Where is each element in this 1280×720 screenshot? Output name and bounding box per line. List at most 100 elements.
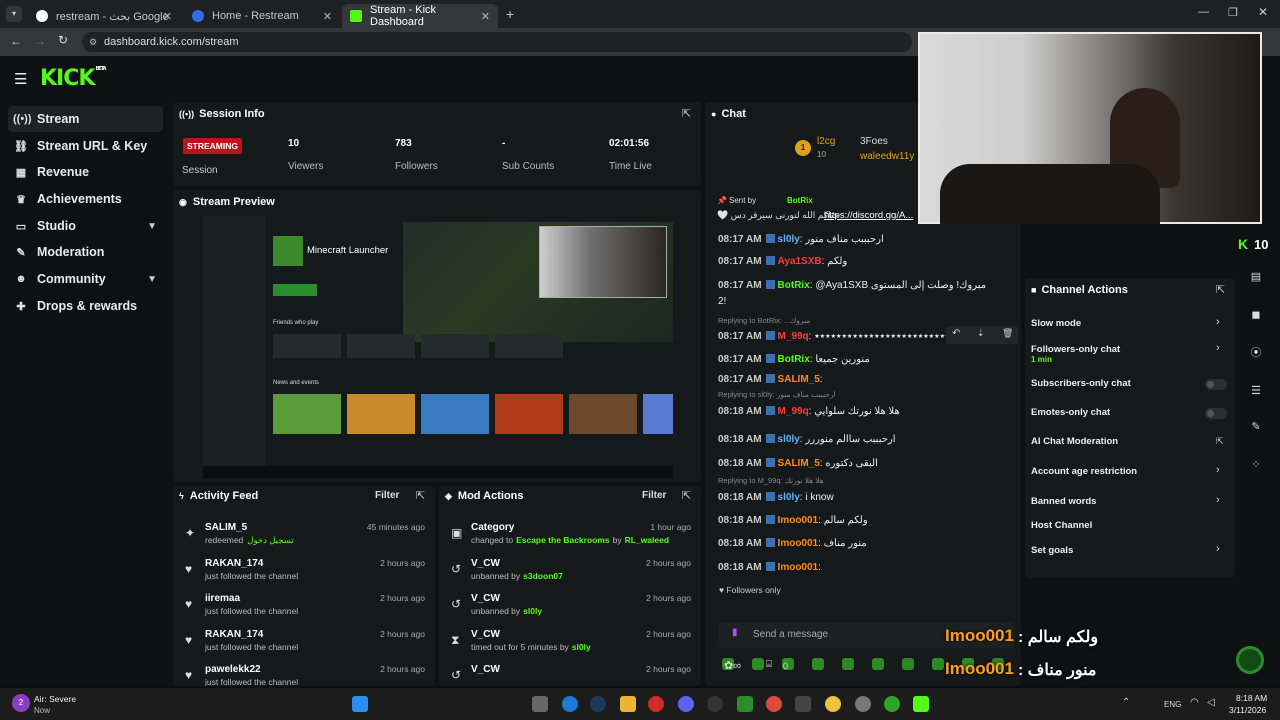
app-icon[interactable] <box>795 696 811 712</box>
emote-icon[interactable] <box>872 658 884 670</box>
channel-action-set-goals[interactable]: Set goals <box>1031 545 1073 556</box>
pinned-sender[interactable]: BotRix <box>787 196 813 205</box>
emote-icon[interactable] <box>842 658 854 670</box>
channel-action-banned-words[interactable]: Banned words <box>1031 496 1096 507</box>
filter-button[interactable]: Filter <box>375 490 399 501</box>
pinned-link[interactable]: https://discord.gg/A... <box>824 210 913 221</box>
chevron-right-icon[interactable]: › <box>1216 342 1220 354</box>
popout-icon[interactable]: ⇱ <box>416 489 425 502</box>
task-view-icon[interactable] <box>532 696 548 712</box>
edge-icon[interactable] <box>562 696 578 712</box>
minecraft-icon[interactable] <box>913 696 929 712</box>
start-icon[interactable] <box>352 696 368 712</box>
clock-date[interactable]: 3/11/2026 <box>1229 705 1266 715</box>
channel-action-subscribers-only-chat[interactable]: Subscribers-only chat <box>1031 378 1131 389</box>
tab-search-dropdown[interactable]: ▾ <box>6 6 22 22</box>
back-icon[interactable]: ← <box>10 34 22 48</box>
sidebar-item-moderation[interactable]: ✎ Moderation <box>8 239 163 265</box>
chrome-icon[interactable] <box>766 696 782 712</box>
settings-icon[interactable] <box>855 696 871 712</box>
chevron-right-icon[interactable]: › <box>1216 494 1220 506</box>
emote-icon[interactable] <box>752 658 764 670</box>
emote-icon[interactable] <box>812 658 824 670</box>
kick-app-icon[interactable] <box>737 696 753 712</box>
tray-chevron-icon[interactable]: ⌃ <box>1122 697 1130 708</box>
wrench-icon[interactable]: ✎ <box>1245 416 1267 438</box>
activity-user[interactable]: SALIM_5 <box>205 522 247 533</box>
moderator-name[interactable]: s3doon07 <box>523 571 563 581</box>
clock-time[interactable]: 8:18 AM <box>1236 693 1267 703</box>
steam-icon[interactable] <box>590 696 606 712</box>
sidebar-item-achievements[interactable]: ♛ Achievements <box>8 186 163 212</box>
activity-item[interactable]: ♥ iiremaa just followed the channel 2 hours… <box>173 591 435 625</box>
chrome-alt-icon[interactable] <box>825 696 841 712</box>
minimize-icon[interactable]: — <box>1198 6 1209 18</box>
mod-action-item[interactable]: ↺ V_CW unbanned by s3doon07 2 hours ago <box>439 556 701 590</box>
close-icon[interactable]: ✕ <box>163 10 172 23</box>
chevron-right-icon[interactable]: › <box>1216 316 1220 328</box>
mod-action-subject[interactable]: V_CW <box>471 558 500 569</box>
pin-icon[interactable]: ⇣ <box>977 328 985 339</box>
volume-icon[interactable]: ◁ <box>1207 697 1215 708</box>
mod-action-item[interactable]: ↺ V_CW 2 hours ago <box>439 662 701 686</box>
reload-icon[interactable]: ↻ <box>58 33 68 47</box>
sidebar-item-drops-rewards[interactable]: ✚ Drops & rewards <box>8 293 163 319</box>
layout-icon[interactable]: ☰ <box>1245 380 1267 402</box>
sidebar-item-stream-url-key[interactable]: ⛓ Stream URL & Key <box>8 133 163 159</box>
apps-icon[interactable]: ⁘ <box>1245 454 1267 476</box>
external-link-icon[interactable]: ⇱ <box>1216 436 1224 447</box>
activity-item[interactable]: ✦ SALIM_5 redeemed تسجيل دخول 45 minutes ago <box>173 520 435 554</box>
tab-restream[interactable]: Home - Restream ✕ <box>184 4 340 28</box>
weather-title[interactable]: Air: Severe <box>34 694 76 704</box>
close-window-icon[interactable]: ✕ <box>1258 5 1268 19</box>
moderator-name[interactable]: sl0ly <box>572 642 591 652</box>
moderator-name[interactable]: RL_waleed <box>625 535 669 545</box>
channel-action-ai-chat-moderation[interactable]: AI Chat Moderation <box>1031 436 1118 447</box>
mod-action-subject[interactable]: Category <box>471 522 514 533</box>
close-icon[interactable]: ✕ <box>481 10 490 23</box>
emote-icon[interactable] <box>902 658 914 670</box>
pinterest-icon[interactable] <box>648 696 664 712</box>
activity-user[interactable]: RAKAN_174 <box>205 629 263 640</box>
top-user-name[interactable]: 3Foes <box>860 136 888 147</box>
book-icon[interactable]: ▤ <box>1245 266 1267 288</box>
broadcast-icon[interactable]: ⦿ <box>1245 342 1267 364</box>
sidebar-item-revenue[interactable]: ▦ Revenue <box>8 159 163 185</box>
url-field[interactable]: ⚙ dashboard.kick.com/stream <box>82 32 912 52</box>
toggle-switch[interactable] <box>1205 408 1227 419</box>
chevron-right-icon[interactable]: › <box>1216 543 1220 555</box>
activity-item[interactable]: ♥ pawelekk22 just followed the channel 2 ho… <box>173 662 435 686</box>
new-tab-icon[interactable]: + <box>506 6 514 22</box>
channel-action-emotes-only-chat[interactable]: Emotes-only chat <box>1031 407 1110 418</box>
chevron-right-icon[interactable]: › <box>1216 464 1220 476</box>
activity-item[interactable]: ♥ RAKAN_174 just followed the channel 2 hou… <box>173 627 435 661</box>
gift-icon[interactable]: ⌸ <box>766 659 772 670</box>
filter-button[interactable]: Filter <box>642 490 666 501</box>
mod-action-item[interactable]: ↺ V_CW unbanned by sl0ly 2 hours ago <box>439 591 701 625</box>
mic-icon[interactable]: ▮ <box>732 627 738 638</box>
toggle-switch[interactable] <box>1205 379 1227 390</box>
restore-icon[interactable]: ❐ <box>1228 6 1238 19</box>
sidebar-item-studio[interactable]: ▭ Studio ▼ <box>8 213 163 239</box>
mod-action-item[interactable]: ⧗ V_CW timed out for 5 minutes by sl0ly 2 ho… <box>439 627 701 661</box>
tab-google[interactable]: restream - بحث Google ✕ <box>28 4 180 28</box>
channel-action-host-channel[interactable]: Host Channel <box>1031 520 1092 531</box>
moderator-name[interactable]: sl0ly <box>523 606 542 616</box>
activity-user[interactable]: iiremaa <box>205 593 240 604</box>
mod-action-subject[interactable]: V_CW <box>471 629 500 640</box>
top-user-name[interactable]: l2cg <box>817 136 835 147</box>
sidebar-item-community[interactable]: ☻ Community ▼ <box>8 266 163 292</box>
channel-action-followers-only-chat[interactable]: Followers-only chat <box>1031 344 1120 355</box>
popout-icon[interactable]: ⇱ <box>682 107 691 120</box>
tab-kick-dashboard[interactable]: Stream - Kick Dashboard ✕ <box>342 4 498 28</box>
sidebar-item-stream[interactable]: ((•)) Stream <box>8 106 163 132</box>
forward-icon[interactable]: → <box>34 34 46 48</box>
activity-item[interactable]: ♥ RAKAN_174 just followed the channel 2 hou… <box>173 556 435 590</box>
preview-video[interactable]: Minecraft Launcher Friends who play News… <box>203 216 673 478</box>
activity-user[interactable]: RAKAN_174 <box>205 558 263 569</box>
site-info-icon[interactable]: ⚙ <box>89 32 97 52</box>
top-user-name[interactable]: waleedw11y <box>860 151 914 162</box>
close-icon[interactable]: ✕ <box>323 10 332 23</box>
popout-icon[interactable]: ⇱ <box>682 489 691 502</box>
activity-user[interactable]: pawelekk22 <box>205 664 261 675</box>
